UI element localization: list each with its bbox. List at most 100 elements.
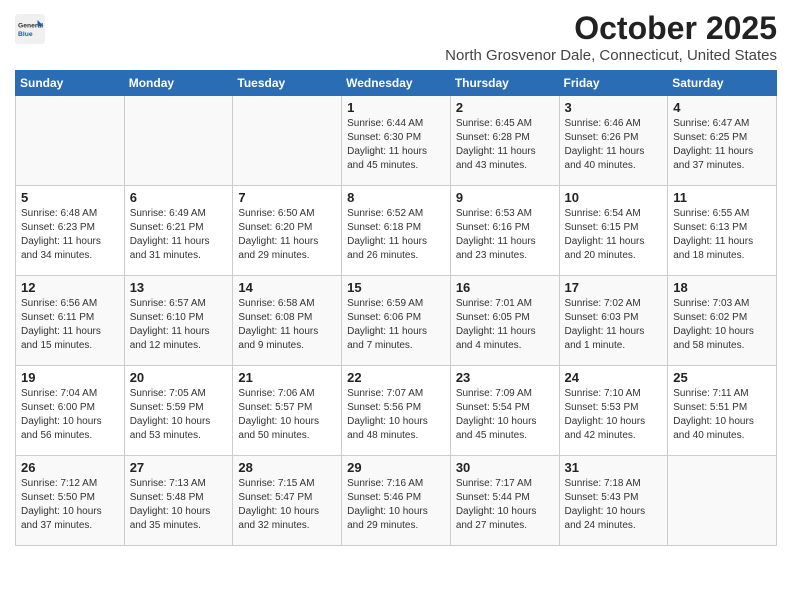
day-info: Sunrise: 7:18 AMSunset: 5:43 PMDaylight:…	[565, 477, 663, 533]
calendar-cell: 3 Sunrise: 6:46 AMSunset: 6:26 PMDaylight…	[559, 96, 668, 186]
day-info: Sunrise: 6:54 AMSunset: 6:15 PMDaylight:…	[565, 207, 663, 263]
day-info: Sunrise: 7:01 AMSunset: 6:05 PMDaylight:…	[456, 297, 554, 353]
day-info: Sunrise: 7:15 AMSunset: 5:47 PMDaylight:…	[238, 477, 336, 533]
week-row-5: 26Sunrise: 7:12 AMSunset: 5:50 PMDayligh…	[16, 456, 777, 546]
day-info: Sunrise: 7:17 AMSunset: 5:44 PMDaylight:…	[456, 477, 554, 533]
day-number: 28	[238, 460, 336, 475]
day-info: Sunrise: 6:53 AMSunset: 6:16 PMDaylight:…	[456, 207, 554, 263]
day-number: 25	[673, 370, 771, 385]
calendar-cell: 28 Sunrise: 7:15 AMSunset: 5:47 PMDayligh…	[233, 456, 342, 546]
day-info: Sunrise: 6:58 AMSunset: 6:08 PMDaylight:…	[238, 297, 336, 353]
day-info: Sunrise: 7:02 AMSunset: 6:03 PMDaylight:…	[565, 297, 663, 353]
day-number: 13	[130, 280, 228, 295]
day-number: 14	[238, 280, 336, 295]
calendar-cell: 23 Sunrise: 7:09 AMSunset: 5:54 PMDayligh…	[450, 366, 559, 456]
day-number: 15	[347, 280, 445, 295]
calendar-cell: 8 Sunrise: 6:52 AMSunset: 6:18 PMDaylight…	[342, 186, 451, 276]
calendar-cell: 14 Sunrise: 6:58 AMSunset: 6:08 PMDayligh…	[233, 276, 342, 366]
day-number: 1	[347, 100, 445, 115]
calendar-cell: 11Sunrise: 6:55 AMSunset: 6:13 PMDayligh…	[668, 186, 777, 276]
weekday-header-row: SundayMondayTuesdayWednesdayThursdayFrid…	[16, 71, 777, 96]
calendar-cell: 31 Sunrise: 7:18 AMSunset: 5:43 PMDayligh…	[559, 456, 668, 546]
day-info: Sunrise: 6:57 AMSunset: 6:10 PMDaylight:…	[130, 297, 228, 353]
logo-icon: General Blue	[15, 14, 45, 44]
weekday-header-friday: Friday	[559, 71, 668, 96]
day-number: 12	[21, 280, 119, 295]
day-number: 23	[456, 370, 554, 385]
title-block: October 2025 North Grosvenor Dale, Conne…	[445, 10, 777, 64]
calendar-cell: 20 Sunrise: 7:05 AMSunset: 5:59 PMDayligh…	[124, 366, 233, 456]
calendar-cell	[16, 96, 125, 186]
week-row-1: 1 Sunrise: 6:44 AMSunset: 6:30 PMDaylight…	[16, 96, 777, 186]
day-number: 20	[130, 370, 228, 385]
calendar-cell: 4 Sunrise: 6:47 AMSunset: 6:25 PMDaylight…	[668, 96, 777, 186]
day-number: 17	[565, 280, 663, 295]
calendar-cell: 2Sunrise: 6:45 AMSunset: 6:28 PMDaylight…	[450, 96, 559, 186]
calendar-cell: 12 Sunrise: 6:56 AMSunset: 6:11 PMDayligh…	[16, 276, 125, 366]
calendar-cell: 24 Sunrise: 7:10 AMSunset: 5:53 PMDayligh…	[559, 366, 668, 456]
day-info: Sunrise: 6:44 AMSunset: 6:30 PMDaylight:…	[347, 117, 445, 173]
calendar-cell: 10 Sunrise: 6:54 AMSunset: 6:15 PMDayligh…	[559, 186, 668, 276]
weekday-header-sunday: Sunday	[16, 71, 125, 96]
day-number: 31	[565, 460, 663, 475]
day-number: 10	[565, 190, 663, 205]
calendar-cell: 1 Sunrise: 6:44 AMSunset: 6:30 PMDaylight…	[342, 96, 451, 186]
day-number: 24	[565, 370, 663, 385]
day-info: Sunrise: 7:03 AMSunset: 6:02 PMDaylight:…	[673, 297, 771, 353]
day-number: 9	[456, 190, 554, 205]
day-info: Sunrise: 6:50 AMSunset: 6:20 PMDaylight:…	[238, 207, 336, 263]
calendar-cell: 26Sunrise: 7:12 AMSunset: 5:50 PMDayligh…	[16, 456, 125, 546]
calendar-cell: 30Sunrise: 7:17 AMSunset: 5:44 PMDayligh…	[450, 456, 559, 546]
day-number: 3	[565, 100, 663, 115]
weekday-header-wednesday: Wednesday	[342, 71, 451, 96]
day-info: Sunrise: 7:10 AMSunset: 5:53 PMDaylight:…	[565, 387, 663, 443]
day-number: 29	[347, 460, 445, 475]
day-number: 8	[347, 190, 445, 205]
calendar-cell: 15 Sunrise: 6:59 AMSunset: 6:06 PMDayligh…	[342, 276, 451, 366]
day-number: 27	[130, 460, 228, 475]
calendar-cell: 22Sunrise: 7:07 AMSunset: 5:56 PMDayligh…	[342, 366, 451, 456]
calendar-cell: 18Sunrise: 7:03 AMSunset: 6:02 PMDayligh…	[668, 276, 777, 366]
day-info: Sunrise: 6:52 AMSunset: 6:18 PMDaylight:…	[347, 207, 445, 263]
day-number: 22	[347, 370, 445, 385]
day-number: 2	[456, 100, 554, 115]
calendar-cell: 9 Sunrise: 6:53 AMSunset: 6:16 PMDaylight…	[450, 186, 559, 276]
weekday-header-saturday: Saturday	[668, 71, 777, 96]
week-row-2: 5 Sunrise: 6:48 AMSunset: 6:23 PMDaylight…	[16, 186, 777, 276]
month-title: October 2025	[445, 10, 777, 47]
calendar-cell: 13 Sunrise: 6:57 AMSunset: 6:10 PMDayligh…	[124, 276, 233, 366]
day-info: Sunrise: 7:12 AMSunset: 5:50 PMDaylight:…	[21, 477, 119, 533]
day-number: 5	[21, 190, 119, 205]
day-info: Sunrise: 6:47 AMSunset: 6:25 PMDaylight:…	[673, 117, 771, 173]
day-number: 4	[673, 100, 771, 115]
calendar-cell: 16 Sunrise: 7:01 AMSunset: 6:05 PMDayligh…	[450, 276, 559, 366]
svg-text:Blue: Blue	[18, 31, 33, 38]
day-info: Sunrise: 6:48 AMSunset: 6:23 PMDaylight:…	[21, 207, 119, 263]
day-number: 16	[456, 280, 554, 295]
calendar-table: SundayMondayTuesdayWednesdayThursdayFrid…	[15, 70, 777, 546]
week-row-4: 19Sunrise: 7:04 AMSunset: 6:00 PMDayligh…	[16, 366, 777, 456]
calendar-cell: 7 Sunrise: 6:50 AMSunset: 6:20 PMDaylight…	[233, 186, 342, 276]
logo: General Blue	[15, 14, 49, 44]
calendar-cell: 21Sunrise: 7:06 AMSunset: 5:57 PMDayligh…	[233, 366, 342, 456]
weekday-header-monday: Monday	[124, 71, 233, 96]
day-info: Sunrise: 7:06 AMSunset: 5:57 PMDaylight:…	[238, 387, 336, 443]
calendar-cell	[668, 456, 777, 546]
day-info: Sunrise: 7:05 AMSunset: 5:59 PMDaylight:…	[130, 387, 228, 443]
day-number: 7	[238, 190, 336, 205]
calendar-cell	[233, 96, 342, 186]
location-title: North Grosvenor Dale, Connecticut, Unite…	[445, 47, 777, 64]
day-info: Sunrise: 7:09 AMSunset: 5:54 PMDaylight:…	[456, 387, 554, 443]
day-info: Sunrise: 6:56 AMSunset: 6:11 PMDaylight:…	[21, 297, 119, 353]
day-info: Sunrise: 7:04 AMSunset: 6:00 PMDaylight:…	[21, 387, 119, 443]
day-info: Sunrise: 6:59 AMSunset: 6:06 PMDaylight:…	[347, 297, 445, 353]
week-row-3: 12 Sunrise: 6:56 AMSunset: 6:11 PMDayligh…	[16, 276, 777, 366]
calendar-cell: 27 Sunrise: 7:13 AMSunset: 5:48 PMDayligh…	[124, 456, 233, 546]
day-number: 11	[673, 190, 771, 205]
page-header: General Blue October 2025 North Grosveno…	[15, 10, 777, 64]
day-info: Sunrise: 7:16 AMSunset: 5:46 PMDaylight:…	[347, 477, 445, 533]
day-info: Sunrise: 7:13 AMSunset: 5:48 PMDaylight:…	[130, 477, 228, 533]
calendar-cell: 17 Sunrise: 7:02 AMSunset: 6:03 PMDayligh…	[559, 276, 668, 366]
calendar-cell: 19Sunrise: 7:04 AMSunset: 6:00 PMDayligh…	[16, 366, 125, 456]
day-info: Sunrise: 6:46 AMSunset: 6:26 PMDaylight:…	[565, 117, 663, 173]
